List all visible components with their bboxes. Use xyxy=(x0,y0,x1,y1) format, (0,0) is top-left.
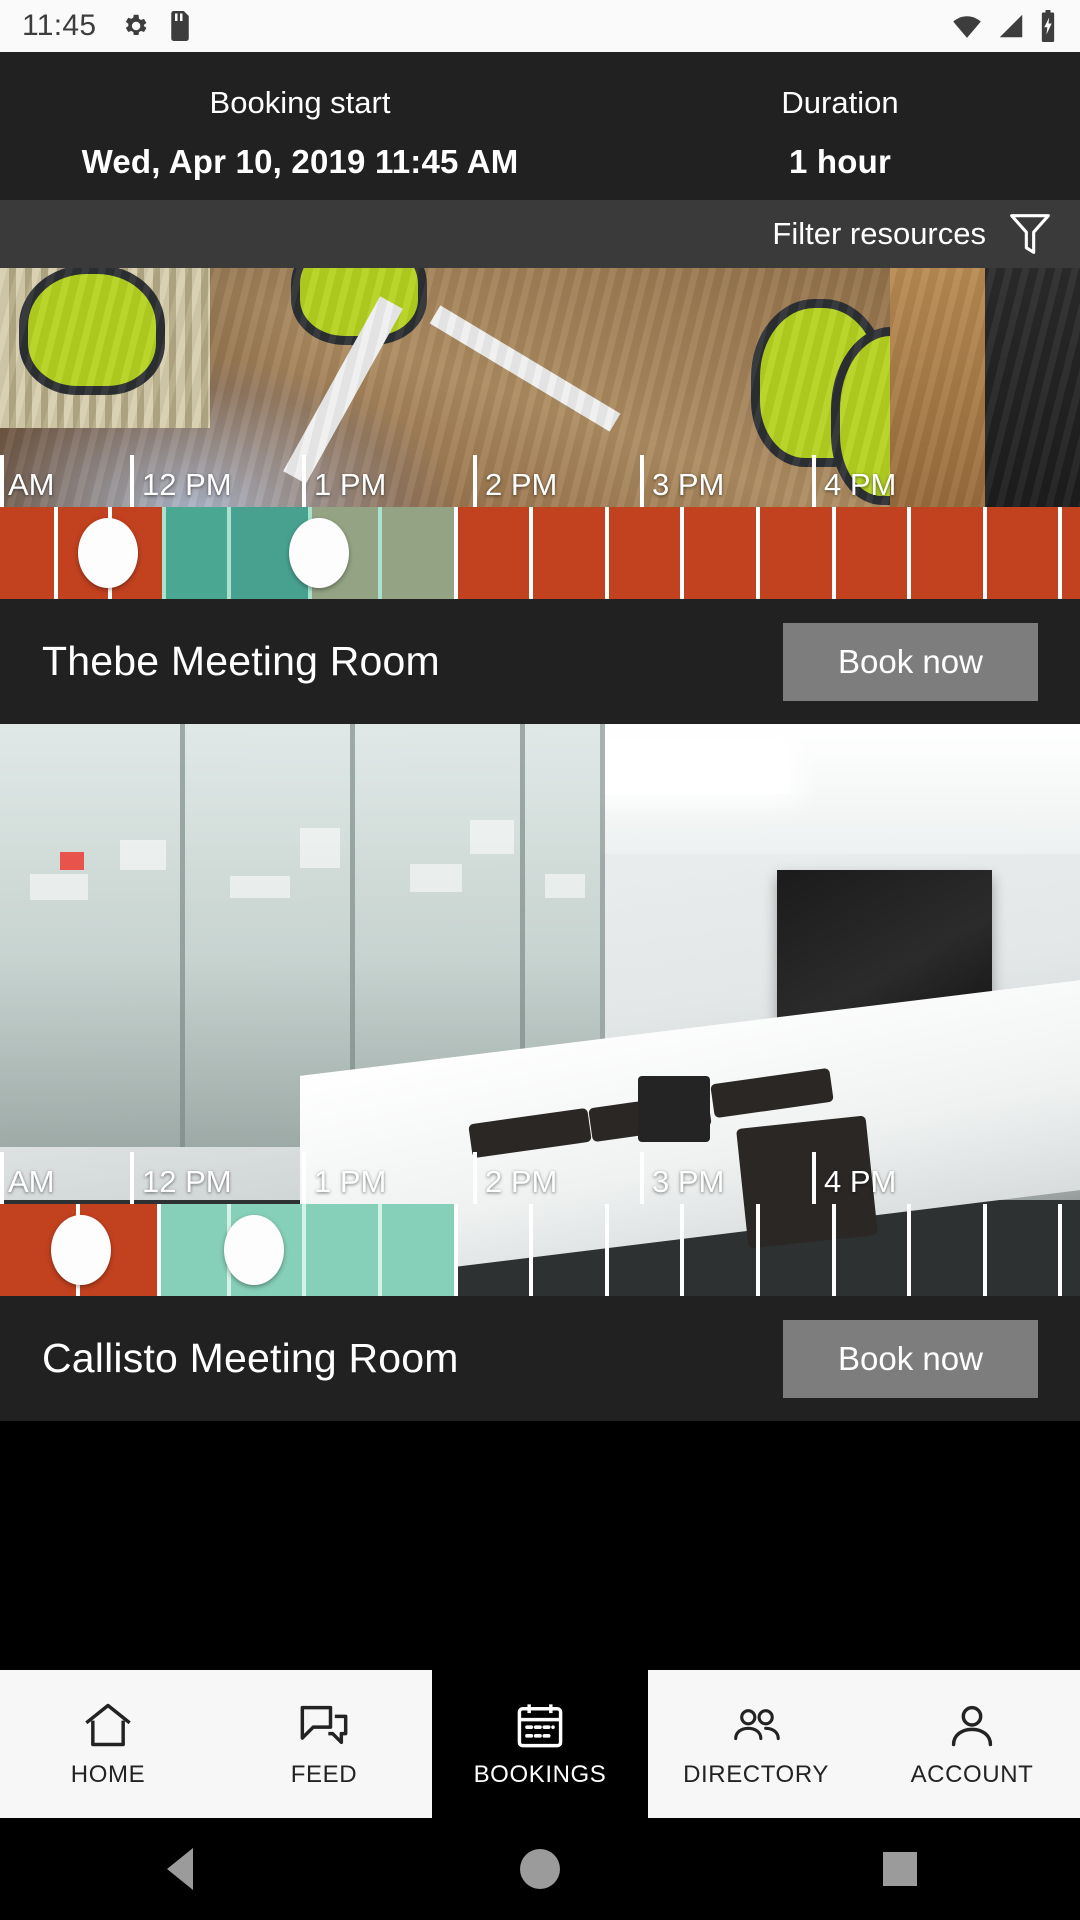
tab-home-label: HOME xyxy=(70,1761,146,1788)
booking-duration-value: 1 hour xyxy=(788,143,892,180)
tab-account[interactable]: ACCOUNT xyxy=(864,1670,1080,1818)
app-root: 11:45 Booking start Wed, Apr 10, 2019 11… xyxy=(0,0,1080,1920)
gear-icon xyxy=(120,11,150,41)
tab-directory-label: DIRECTORY xyxy=(683,1761,829,1788)
battery-charging-icon xyxy=(1038,10,1058,42)
resource-card[interactable]: AM 12 PM 1 PM 2 PM 3 PM 4 PM xyxy=(0,724,1080,1421)
resource-photo: AM 12 PM 1 PM 2 PM 3 PM 4 PM xyxy=(0,724,1080,1296)
time-ruler: AM 12 PM 1 PM 2 PM 3 PM 4 PM xyxy=(0,1152,1080,1204)
filter-resources-label: Filter resources xyxy=(772,216,986,251)
tab-bookings-label: BOOKINGS xyxy=(473,1761,607,1788)
resource-name: Callisto Meeting Room xyxy=(42,1335,459,1381)
recents-square-icon[interactable] xyxy=(840,1852,960,1886)
bottom-tab-bar: HOME FEED BOOKINGS DIRECTORY ACCOUNT xyxy=(0,1670,1080,1818)
tab-feed-label: FEED xyxy=(290,1761,358,1788)
resource-footer: Callisto Meeting Room Book now xyxy=(0,1296,1080,1421)
booking-start-block[interactable]: Booking start Wed, Apr 10, 2019 11:45 AM xyxy=(0,66,600,200)
signal-icon xyxy=(996,11,1026,41)
booking-duration-block[interactable]: Duration 1 hour xyxy=(600,66,1080,200)
book-now-button[interactable]: Book now xyxy=(783,1319,1038,1398)
book-now-button[interactable]: Book now xyxy=(783,622,1038,701)
android-nav-bar xyxy=(0,1818,1080,1920)
availability-bar[interactable] xyxy=(0,507,1080,599)
booking-start-value: Wed, Apr 10, 2019 11:45 AM xyxy=(81,143,519,180)
resource-card[interactable]: AM 12 PM 1 PM 2 PM 3 PM 4 PM xyxy=(0,268,1080,724)
booking-start-handle[interactable] xyxy=(78,518,138,588)
booking-start-handle[interactable] xyxy=(51,1215,111,1285)
tab-feed[interactable]: FEED xyxy=(216,1670,432,1818)
booking-end-handle[interactable] xyxy=(223,1215,284,1285)
funnel-icon[interactable] xyxy=(1008,210,1052,258)
booking-duration-label: Duration xyxy=(781,85,899,120)
booking-end-handle[interactable] xyxy=(288,518,349,588)
resource-list: AM 12 PM 1 PM 2 PM 3 PM 4 PM Thebe Meeti… xyxy=(0,268,1080,1670)
android-status-bar: 11:45 xyxy=(0,0,1080,52)
status-left-icons xyxy=(120,11,192,41)
back-triangle-icon[interactable] xyxy=(120,1848,240,1890)
tab-bookings[interactable]: BOOKINGS xyxy=(432,1670,648,1818)
home-icon xyxy=(79,1699,137,1751)
tab-directory[interactable]: DIRECTORY xyxy=(648,1670,864,1818)
status-clock: 11:45 xyxy=(22,9,97,42)
resource-name: Thebe Meeting Room xyxy=(42,638,440,684)
availability-bar[interactable] xyxy=(0,1204,1080,1296)
home-circle-icon[interactable] xyxy=(480,1849,600,1889)
chat-icon xyxy=(295,1699,353,1751)
person-icon xyxy=(943,1699,1001,1751)
booking-start-label: Booking start xyxy=(209,85,391,120)
sd-card-icon xyxy=(168,11,192,41)
wifi-icon xyxy=(950,11,984,41)
resource-footer: Thebe Meeting Room Book now xyxy=(0,599,1080,724)
resource-photo: AM 12 PM 1 PM 2 PM 3 PM 4 PM xyxy=(0,268,1080,599)
calendar-icon xyxy=(511,1699,569,1751)
status-right-icons xyxy=(950,10,1058,42)
people-icon xyxy=(727,1699,785,1751)
filter-resources-bar[interactable]: Filter resources xyxy=(0,200,1080,268)
time-ruler: AM 12 PM 1 PM 2 PM 3 PM 4 PM xyxy=(0,455,1080,507)
booking-header: Booking start Wed, Apr 10, 2019 11:45 AM… xyxy=(0,52,1080,200)
tab-account-label: ACCOUNT xyxy=(910,1761,1034,1788)
tab-home[interactable]: HOME xyxy=(0,1670,216,1818)
